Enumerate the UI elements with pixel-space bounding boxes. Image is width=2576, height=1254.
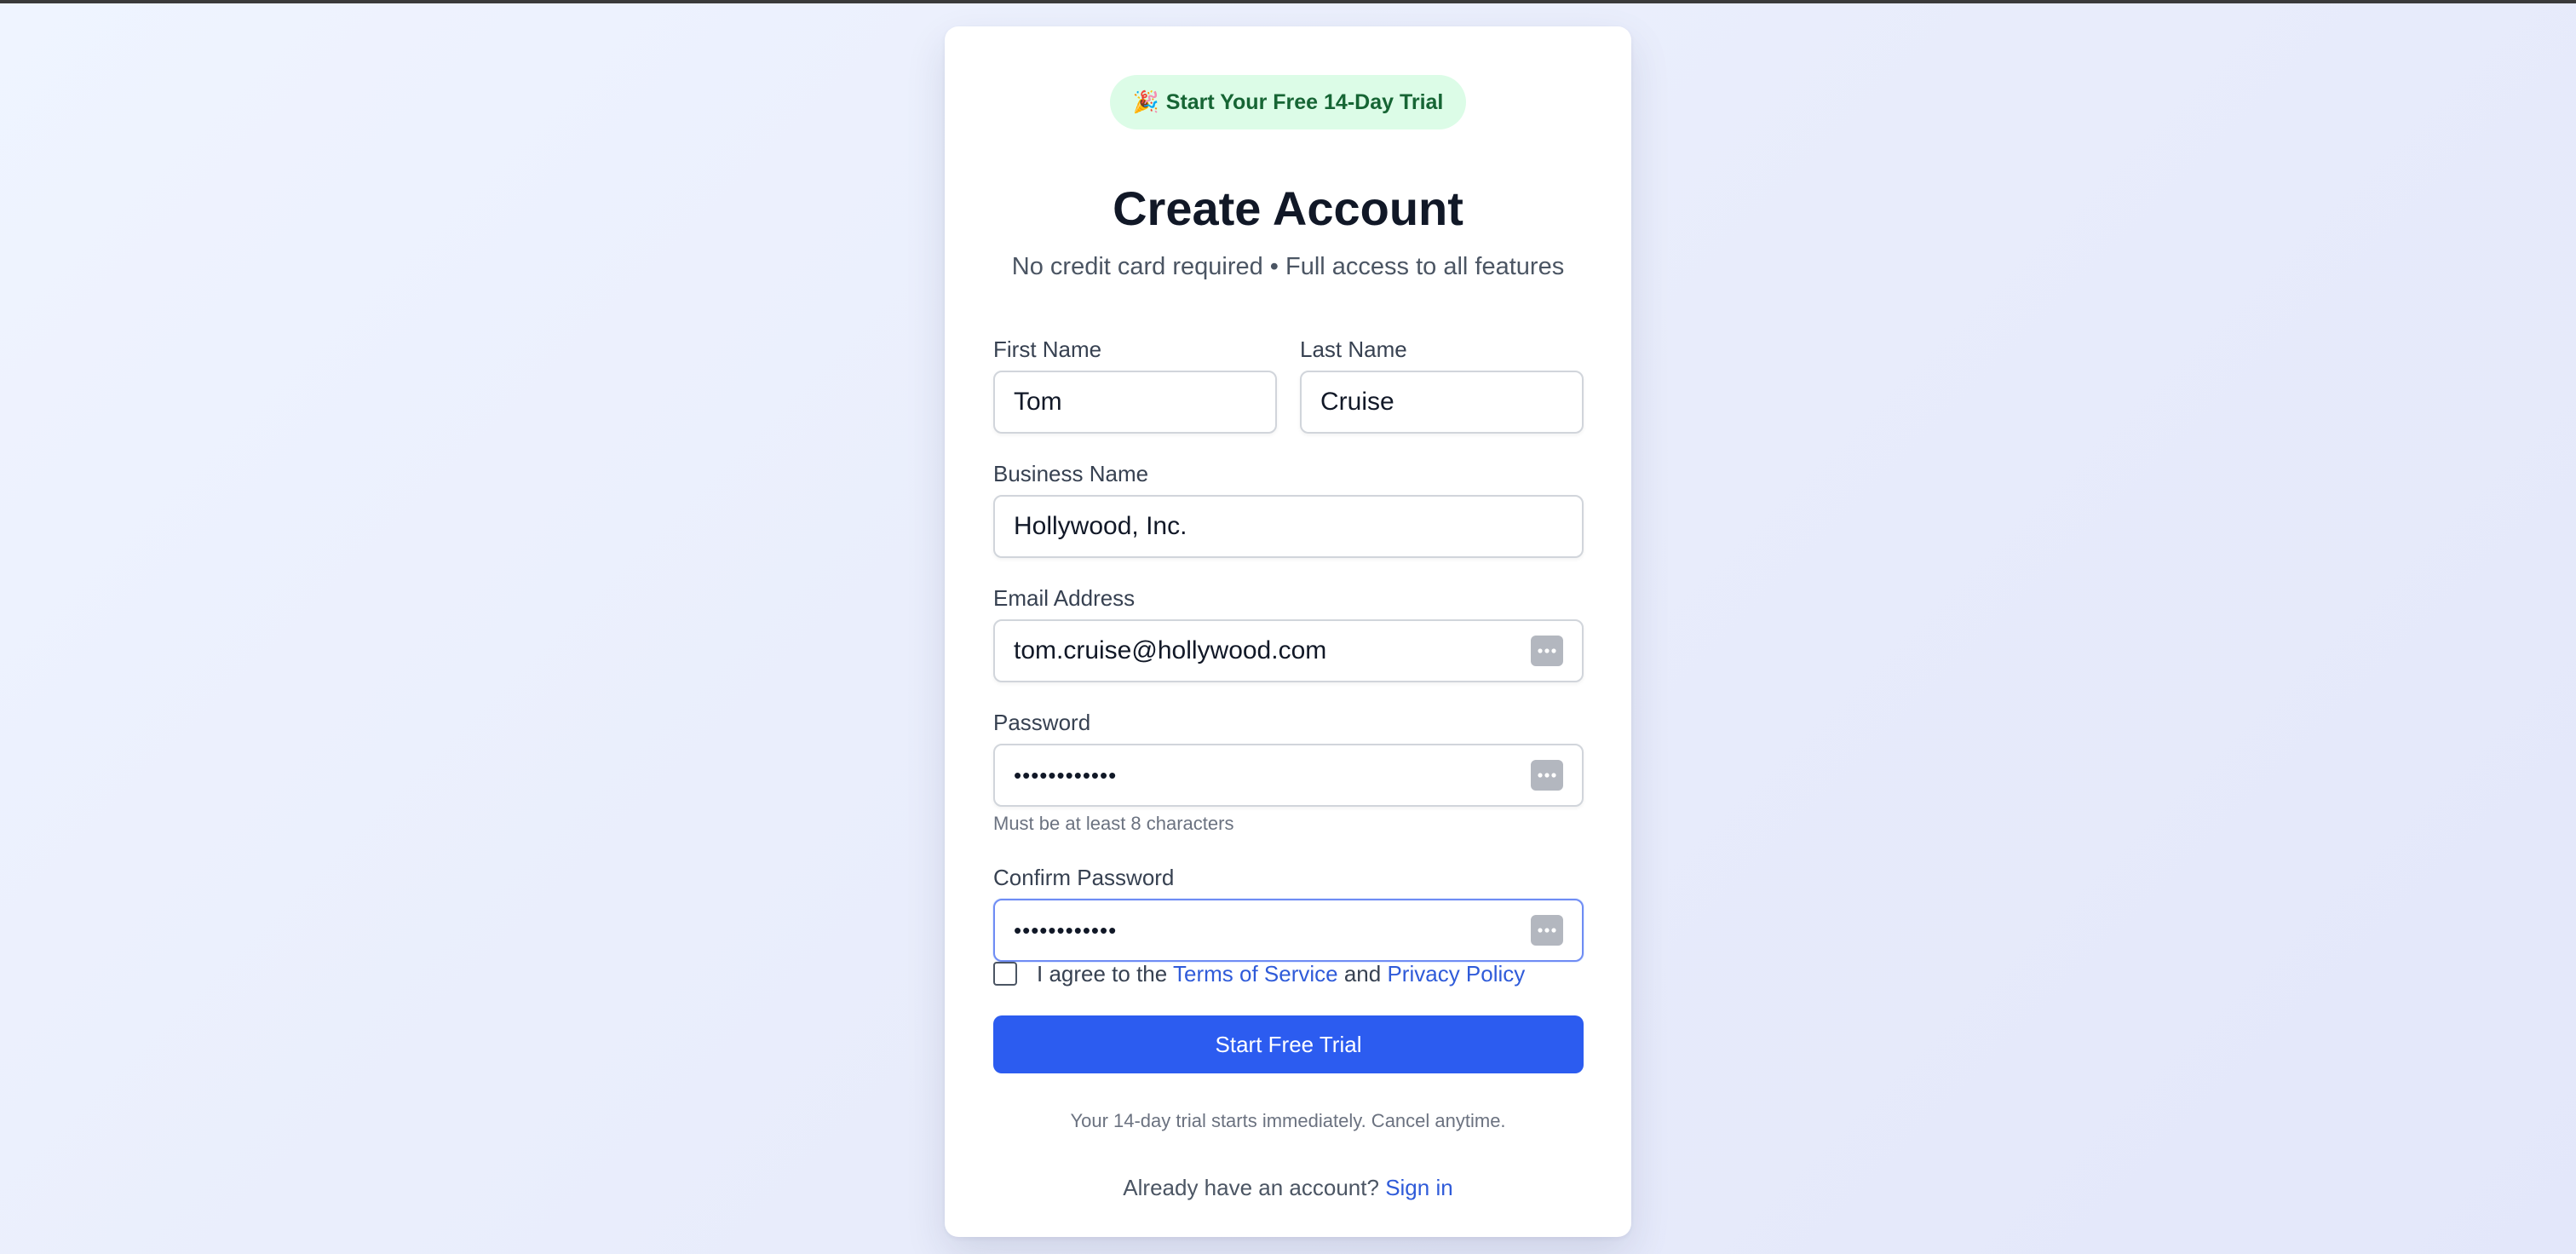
password-manager-icon[interactable] [1531,760,1563,791]
confirm-password-value: •••••••••••• [1014,917,1118,943]
business-name-label: Business Name [993,461,1149,486]
signin-row: Already have an account? Sign in [945,1171,1631,1205]
page-subtitle: No credit card required • Full access to… [1011,253,1565,280]
business-name-field[interactable]: Hollywood, Inc. [993,495,1584,558]
first-name-field[interactable]: Tom [993,371,1277,434]
privacy-policy-link[interactable]: Privacy Policy [1387,961,1525,987]
password-hint: Must be at least 8 characters [993,813,1234,834]
last-name-label: Last Name [1300,337,1407,362]
agree-middle: and [1343,961,1382,987]
first-name-value: Tom [1014,388,1062,416]
password-label: Password [993,710,1091,735]
party-popper-icon: 🎉 [1132,89,1159,114]
password-value: •••••••••••• [1014,762,1118,788]
trial-badge: 🎉 Start Your Free 14-Day Trial [1110,75,1466,129]
window-top-border [0,0,2576,3]
sign-in-link[interactable]: Sign in [1385,1175,1453,1200]
terms-checkbox[interactable] [993,962,1017,986]
page-title: Create Account [1113,181,1463,235]
trial-badge-text: Start Your Free 14-Day Trial [1165,89,1444,114]
first-name-label: First Name [993,337,1102,362]
terms-of-service-link[interactable]: Terms of Service [1173,961,1338,987]
password-manager-icon[interactable] [1531,915,1563,946]
signup-card: 🎉 Start Your Free 14-Day Trial Create Ac… [945,26,1631,1237]
terms-agreement: I agree to the Terms of Service and Priv… [1037,958,1525,989]
email-label: Email Address [993,585,1136,611]
start-free-trial-button[interactable]: Start Free Trial [993,1015,1584,1073]
signin-prompt: Already have an account? [1123,1175,1379,1200]
password-manager-icon[interactable] [1531,636,1563,666]
agree-prefix: I agree to the [1037,961,1168,987]
confirm-password-label: Confirm Password [993,865,1175,890]
email-value: tom.cruise@hollywood.com [1014,636,1327,664]
confirm-password-field[interactable]: •••••••••••• [993,899,1584,962]
trial-note: Your 14-day trial starts immediately. Ca… [1070,1110,1506,1131]
last-name-value: Cruise [1320,388,1394,416]
last-name-field[interactable]: Cruise [1300,371,1584,434]
password-field[interactable]: •••••••••••• [993,744,1584,807]
business-name-value: Hollywood, Inc. [1014,512,1187,540]
email-field[interactable]: tom.cruise@hollywood.com [993,619,1584,682]
